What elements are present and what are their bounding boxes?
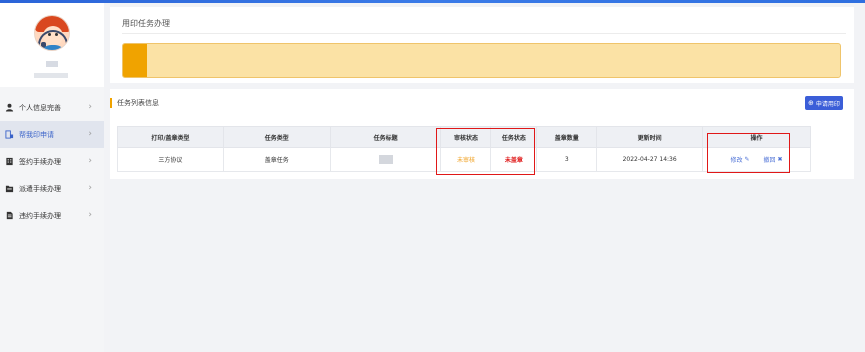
redacted-title	[378, 155, 393, 164]
user-icon	[5, 103, 14, 112]
cell-print-type: 三方协议	[117, 147, 224, 172]
sidebar-item-label: 违约手续办理	[19, 211, 61, 220]
chevron-right-icon: ›	[88, 129, 92, 139]
pencil-icon: ✎	[744, 156, 750, 163]
cell-task-type: 盖章任务	[222, 147, 331, 172]
stamp-icon	[5, 130, 14, 139]
redacted-user-id	[34, 73, 68, 78]
sidebar-item-seal-apply[interactable]: 帮我印申请 ›	[0, 121, 104, 148]
building-icon	[5, 157, 14, 166]
chevron-right-icon: ›	[88, 156, 92, 166]
section-title: 任务列表信息	[117, 99, 159, 107]
sidebar-item-personal-info[interactable]: 个人信息完善 ›	[0, 94, 104, 121]
cell-task-title	[329, 147, 442, 172]
sidebar-item-breach[interactable]: 违约手续办理 ›	[0, 202, 104, 229]
header-card: 用印任务办理	[110, 7, 854, 83]
column-header: 审核状态	[440, 126, 492, 148]
section-marker	[110, 98, 112, 108]
divider	[122, 33, 846, 34]
banner-progress-fill	[123, 44, 147, 77]
column-header: 操作	[702, 126, 811, 148]
column-header: 任务状态	[490, 126, 538, 148]
sidebar-item-sign-contract[interactable]: 签约手续办理 ›	[0, 148, 104, 175]
sidebar-nav: 个人信息完善 › 帮我印申请 › 签约手续办理 › 派遣手续办理 › 违约手续办…	[0, 94, 104, 229]
task-table: 打印/盖章类型 任务类型 任务标题 审核状态 任务状态 盖章数量 更新时间 操作…	[117, 126, 811, 172]
column-header: 打印/盖章类型	[117, 126, 224, 148]
cell-task-status: 未盖章	[490, 147, 538, 172]
column-header: 盖章数量	[536, 126, 598, 148]
folder-icon	[5, 184, 14, 193]
avatar[interactable]	[34, 15, 70, 51]
withdraw-button[interactable]: 撤回 ✖	[764, 155, 783, 164]
profile-card	[0, 3, 104, 87]
apply-seal-button[interactable]: ⊕ 申请用印	[805, 96, 843, 110]
column-header: 任务标题	[329, 126, 442, 148]
chevron-right-icon: ›	[88, 210, 92, 220]
page-title: 用印任务办理	[122, 19, 170, 28]
cell-seal-count: 3	[536, 147, 598, 172]
sidebar: 个人信息完善 › 帮我印申请 › 签约手续办理 › 派遣手续办理 › 违约手续办…	[0, 3, 104, 352]
column-header: 任务类型	[222, 126, 331, 148]
plus-circle-icon: ⊕	[808, 99, 814, 107]
cell-updated-time: 2022-04-27 14:36	[596, 147, 704, 172]
progress-banner	[122, 43, 841, 78]
close-icon: ✖	[777, 156, 783, 163]
redacted-username	[46, 61, 58, 67]
table-row: 三方协议 盖章任务 未审核 未盖章 3 2022-04-27 14:36 修改 …	[117, 147, 811, 172]
sidebar-item-dispatch[interactable]: 派遣手续办理 ›	[0, 175, 104, 202]
main-content: 用印任务办理 任务列表信息 ⊕ 申请用印 打印/盖章类型 任务类型 任务标题 审…	[104, 3, 865, 352]
apply-seal-label: 申请用印	[815, 100, 840, 108]
sidebar-item-label: 派遣手续办理	[19, 184, 61, 193]
cell-audit-status: 未审核	[440, 147, 492, 172]
edit-button[interactable]: 修改 ✎	[731, 155, 750, 164]
sidebar-item-label: 签约手续办理	[19, 157, 61, 166]
cell-actions: 修改 ✎ 撤回 ✖	[702, 147, 811, 172]
task-list-card: 任务列表信息 ⊕ 申请用印 打印/盖章类型 任务类型 任务标题 审核状态 任务状…	[110, 89, 854, 179]
chevron-right-icon: ›	[88, 102, 92, 112]
sidebar-item-label: 个人信息完善	[19, 103, 61, 112]
column-header: 更新时间	[596, 126, 704, 148]
document-icon	[5, 211, 14, 220]
sidebar-item-label: 帮我印申请	[19, 130, 54, 139]
chevron-right-icon: ›	[88, 183, 92, 193]
table-header-row: 打印/盖章类型 任务类型 任务标题 审核状态 任务状态 盖章数量 更新时间 操作	[117, 126, 811, 148]
